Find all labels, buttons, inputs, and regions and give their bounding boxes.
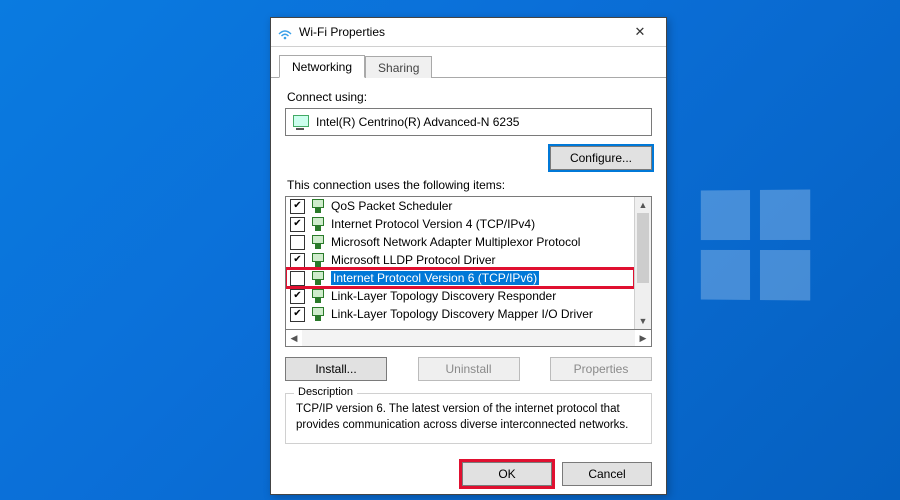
windows-desktop-logo [701,189,810,300]
ok-button[interactable]: OK [462,462,552,486]
list-item-label: Microsoft LLDP Protocol Driver [331,253,496,267]
network-component-icon [310,271,326,285]
properties-button: Properties [550,357,652,381]
network-component-icon [310,217,326,231]
close-button[interactable]: ✕ [620,20,660,44]
list-item[interactable]: ✔ Link-Layer Topology Discovery Responder [286,287,634,305]
tab-bar: Networking Sharing [271,51,666,78]
checkbox[interactable] [290,235,305,250]
list-item-label: Internet Protocol Version 4 (TCP/IPv4) [331,217,535,231]
titlebar[interactable]: Wi-Fi Properties ✕ [271,18,666,47]
adapter-icon [292,114,310,130]
tab-sharing[interactable]: Sharing [365,56,432,78]
cancel-button[interactable]: Cancel [562,462,652,486]
list-item[interactable]: ✔ Internet Protocol Version 4 (TCP/IPv4) [286,215,634,233]
checkbox[interactable]: ✔ [290,217,305,232]
scroll-up-icon[interactable]: ▲ [635,197,651,213]
list-item-label: Link-Layer Topology Discovery Mapper I/O… [331,307,593,321]
network-component-icon [310,199,326,213]
list-item[interactable]: Internet Protocol Version 6 (TCP/IPv6) [286,269,634,287]
window-title: Wi-Fi Properties [299,25,620,39]
checkbox[interactable]: ✔ [290,253,305,268]
description-text: TCP/IP version 6. The latest version of … [296,402,641,433]
configure-button[interactable]: Configure... [550,146,652,170]
list-item-label: Internet Protocol Version 6 (TCP/IPv6) [331,271,539,285]
tab-networking[interactable]: Networking [279,55,365,78]
list-item-label: QoS Packet Scheduler [331,199,452,213]
checkbox[interactable]: ✔ [290,307,305,322]
wifi-properties-dialog: Wi-Fi Properties ✕ Networking Sharing Co… [270,17,667,495]
adapter-name: Intel(R) Centrino(R) Advanced-N 6235 [316,115,519,129]
list-item-label: Microsoft Network Adapter Multiplexor Pr… [331,235,580,249]
list-item[interactable]: ✔ Link-Layer Topology Discovery Mapper I/… [286,305,634,323]
connect-using-label: Connect using: [287,90,652,104]
adapter-field[interactable]: Intel(R) Centrino(R) Advanced-N 6235 [285,108,652,136]
scroll-thumb[interactable] [637,213,649,283]
uninstall-button: Uninstall [418,357,520,381]
list-item[interactable]: ✔ Microsoft LLDP Protocol Driver [286,251,634,269]
description-group: Description TCP/IP version 6. The latest… [285,393,652,444]
checkbox[interactable]: ✔ [290,289,305,304]
scroll-right-icon[interactable]: ▶ [635,330,651,346]
items-label: This connection uses the following items… [287,178,652,192]
network-component-icon [310,253,326,267]
install-button[interactable]: Install... [285,357,387,381]
checkbox[interactable] [290,271,305,286]
vertical-scrollbar[interactable]: ▲ ▼ [634,197,651,329]
checkbox[interactable]: ✔ [290,199,305,214]
network-component-icon [310,307,326,321]
network-component-icon [310,289,326,303]
list-item[interactable]: ✔ QoS Packet Scheduler [286,197,634,215]
list-item-label: Link-Layer Topology Discovery Responder [331,289,556,303]
wifi-icon [277,24,293,40]
scroll-left-icon[interactable]: ◀ [286,330,302,346]
horizontal-scrollbar[interactable]: ◀ ▶ [285,330,652,347]
network-component-icon [310,235,326,249]
scroll-down-icon[interactable]: ▼ [635,313,651,329]
description-title: Description [294,386,357,398]
items-listbox[interactable]: ✔ QoS Packet Scheduler ✔ Internet Protocol … [285,196,652,330]
list-item[interactable]: Microsoft Network Adapter Multiplexor Pr… [286,233,634,251]
